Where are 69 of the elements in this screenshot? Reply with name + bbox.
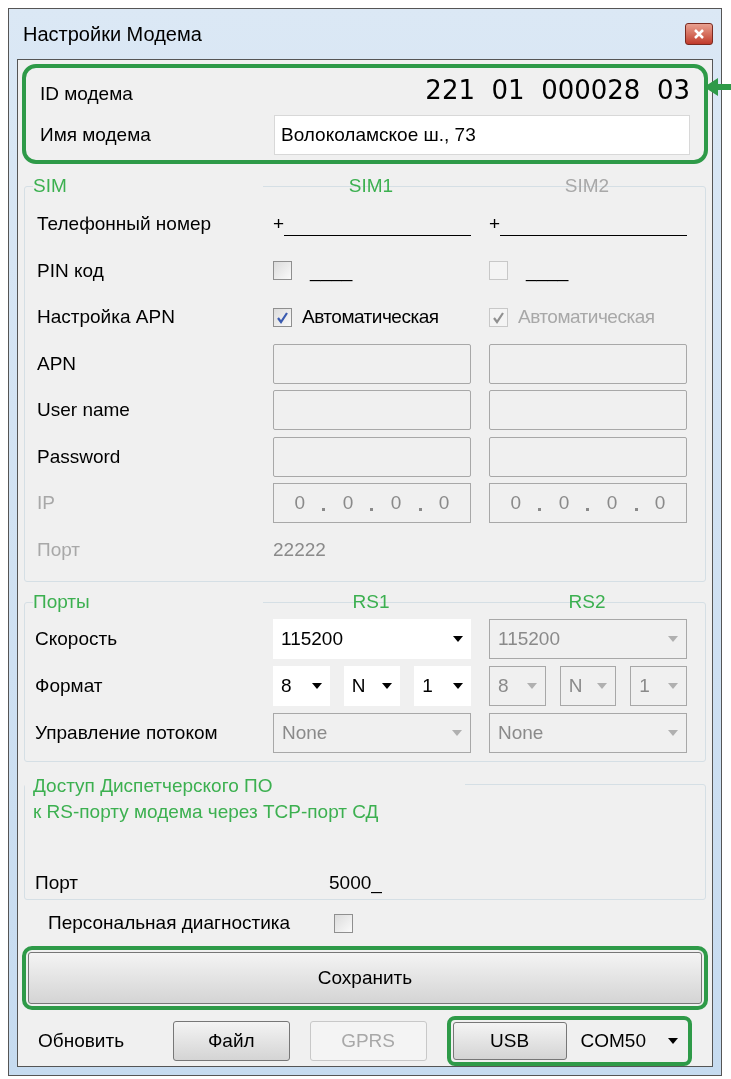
footer-button[interactable]: USB <box>452 1022 567 1060</box>
column-header: RS2 <box>567 589 607 614</box>
ip-octet: 0 <box>558 491 570 515</box>
caret-icon <box>668 636 678 642</box>
checkbox-label: Автоматическая <box>518 305 655 329</box>
phone-prefix: + <box>273 212 285 236</box>
pin-value: ____ <box>310 258 353 284</box>
input-field[interactable] <box>489 343 687 384</box>
field-label: Password <box>37 444 122 469</box>
checkbox[interactable] <box>273 261 292 281</box>
caret-icon <box>526 683 537 689</box>
close-button[interactable] <box>685 23 713 45</box>
phone-prefix: + <box>489 212 501 236</box>
modem-id: 221 01 000028 03 <box>425 73 690 107</box>
caret-icon <box>668 683 678 689</box>
ip-octet: 0 <box>606 491 618 515</box>
field-label: ID модема <box>40 81 133 106</box>
name-field[interactable]: Волоколамское ш., 73 <box>274 115 690 155</box>
dropdown[interactable]: 115200 <box>273 619 471 659</box>
field-value: 22222 <box>273 537 326 562</box>
caret-icon <box>597 683 608 689</box>
field-label: Имя модема <box>40 122 151 147</box>
save-button[interactable]: Сохранить <box>28 952 702 1004</box>
port-dropdown[interactable]: COM50 <box>580 1026 678 1056</box>
caret-icon <box>453 636 463 642</box>
field-label: Персональная диагностика <box>48 910 291 935</box>
caret-icon <box>668 1038 678 1044</box>
caret-icon <box>311 683 322 689</box>
footer-button[interactable]: Файл <box>172 1021 290 1061</box>
caret-icon <box>453 683 463 689</box>
caret-icon <box>382 683 393 689</box>
field-label: Телефонный номер <box>37 212 213 236</box>
field-label: User name <box>37 398 131 422</box>
ip-octet: 0 <box>510 491 522 515</box>
column-header: SIM1 <box>347 173 395 198</box>
field-label: APN <box>37 351 78 376</box>
close-icon <box>694 29 704 39</box>
field-label: Порт <box>37 537 82 562</box>
window-title: Настройки Модема <box>23 22 202 47</box>
field-label: Порт <box>35 870 80 895</box>
ip-octet: 0 <box>438 491 450 515</box>
ip-octet: 0 <box>294 491 306 515</box>
dropdown[interactable]: 8 <box>273 666 330 706</box>
checkbox-label: Автоматическая <box>302 305 439 329</box>
checkbox[interactable] <box>334 913 354 933</box>
column-header: SIM2 <box>563 173 611 198</box>
field-value: 5000_ <box>329 870 382 896</box>
dropdown[interactable]: 1 <box>414 666 471 706</box>
field-label: PIN код <box>37 258 105 283</box>
field-label: Настройка APN <box>37 305 176 329</box>
refresh-label: Обновить <box>38 1028 126 1053</box>
field-label: IP <box>37 491 56 515</box>
input-field[interactable] <box>273 390 471 431</box>
ip-octet: 0 <box>654 491 666 515</box>
input-field[interactable] <box>273 343 471 384</box>
ip-octet: 0 <box>390 491 402 515</box>
field-label: Управление потоком <box>35 720 219 745</box>
field-label: Скорость <box>35 626 119 651</box>
checkbox[interactable] <box>273 307 292 327</box>
input-field[interactable] <box>489 436 687 477</box>
field-label: Формат <box>35 673 104 698</box>
ip-octet: 0 <box>342 491 354 515</box>
input-field[interactable] <box>273 436 471 477</box>
column-header: RS1 <box>351 589 391 614</box>
pin-value: ____ <box>526 258 569 284</box>
dropdown[interactable]: N <box>343 666 401 706</box>
caret-icon <box>668 730 678 736</box>
input-field[interactable] <box>489 390 687 431</box>
caret-icon <box>452 730 462 736</box>
